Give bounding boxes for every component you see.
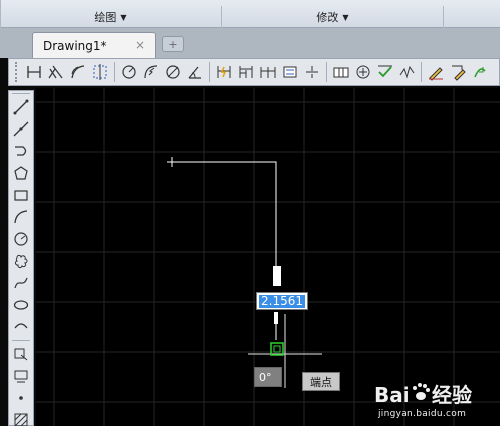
ribbon-panel-partial (444, 6, 500, 28)
document-tab-bar: Drawing1* × + (0, 28, 500, 58)
diameter-dim-icon[interactable] (163, 62, 183, 82)
ordinate-dim-icon[interactable] (90, 62, 110, 82)
plus-icon: + (168, 37, 178, 51)
ribbon-panel-draw-label: 绘图 (94, 11, 117, 24)
toolbar-separator (326, 62, 327, 82)
dim-update-icon[interactable] (470, 62, 490, 82)
dynamic-input-value: 2.1561 (259, 294, 305, 308)
arc-icon[interactable] (9, 206, 33, 228)
construction-line-icon[interactable] (9, 118, 33, 140)
jogged-linear-icon[interactable] (397, 62, 417, 82)
circle-icon[interactable] (9, 228, 33, 250)
chevron-down-icon: ▼ (120, 12, 127, 22)
chevron-down-icon: ▼ (342, 12, 349, 22)
make-block-icon[interactable] (9, 365, 33, 387)
ribbon-panel-modify-label: 修改 (316, 11, 339, 24)
dim-break-icon[interactable] (302, 62, 322, 82)
point-icon[interactable] (9, 387, 33, 409)
polyline-segment (172, 161, 277, 266)
dimension-grip-upper (273, 266, 281, 286)
toolbar-separator (12, 340, 30, 341)
dimension-grip-lower (274, 312, 278, 324)
dim-edit-icon[interactable] (426, 62, 446, 82)
arc-length-dim-icon[interactable] (68, 62, 88, 82)
toolbar-grip[interactable] (15, 62, 19, 82)
inspect-icon[interactable] (375, 62, 395, 82)
osnap-tooltip: 端点 (302, 372, 340, 391)
rectangle-icon[interactable] (9, 184, 33, 206)
angular-dim-icon[interactable] (185, 62, 205, 82)
toolbar-separator (209, 62, 210, 82)
tab-drawing1-label: Drawing1* (43, 38, 107, 53)
cursor-pickbox (273, 345, 281, 353)
linear-dim-icon[interactable] (24, 62, 44, 82)
ribbon-panel-draw[interactable]: 绘图 ▼ (0, 6, 222, 28)
polyline-icon[interactable] (9, 140, 33, 162)
osnap-tooltip-label: 端点 (310, 375, 332, 389)
toolbar-separator (114, 62, 115, 82)
quick-dim-icon[interactable] (214, 62, 234, 82)
draw-toolbar (8, 90, 34, 426)
dimension-toolbar (8, 58, 500, 86)
watermark: Bai 经验 jingyan.baidu.com (374, 380, 494, 424)
new-tab-button[interactable]: + (162, 36, 184, 52)
continue-dim-icon[interactable] (258, 62, 278, 82)
toolbar-grip[interactable] (12, 93, 30, 94)
toolbar-separator (421, 62, 422, 82)
tolerance-icon[interactable] (331, 62, 351, 82)
svg-text:Bai: Bai (374, 383, 410, 407)
dynamic-input-field[interactable]: 2.1561 (256, 292, 308, 310)
angle-value: 0° (259, 370, 272, 384)
aligned-dim-icon[interactable] (46, 62, 66, 82)
line-icon[interactable] (9, 96, 33, 118)
dim-space-icon[interactable] (280, 62, 300, 82)
endpoint-snap-marker (270, 342, 284, 356)
watermark-url: jingyan.baidu.com (378, 409, 467, 419)
ellipse-arc-icon[interactable] (9, 316, 33, 338)
baseline-dim-icon[interactable] (236, 62, 256, 82)
close-icon[interactable]: × (135, 38, 145, 52)
center-mark-icon[interactable] (353, 62, 373, 82)
ellipse-icon[interactable] (9, 294, 33, 316)
polygon-icon[interactable] (9, 162, 33, 184)
ribbon-panel-modify[interactable]: 修改 ▼ (222, 6, 444, 28)
revcloud-icon[interactable] (9, 250, 33, 272)
hatch-icon[interactable] (9, 409, 33, 426)
tab-drawing1[interactable]: Drawing1* × (32, 32, 156, 58)
radius-dim-icon[interactable] (119, 62, 139, 82)
dim-text-edit-icon[interactable] (448, 62, 468, 82)
ribbon-panel-bar: 绘图 ▼ 修改 ▼ (0, 0, 500, 28)
angle-input-field[interactable]: 0° (254, 367, 282, 387)
insert-block-icon[interactable] (9, 343, 33, 365)
jogged-dim-icon[interactable] (141, 62, 161, 82)
drawing-canvas[interactable]: 2.1561 0° 端点 Bai 经验 jingyan.baidu.com (36, 88, 500, 426)
spline-icon[interactable] (9, 272, 33, 294)
svg-text:经验: 经验 (432, 383, 472, 407)
